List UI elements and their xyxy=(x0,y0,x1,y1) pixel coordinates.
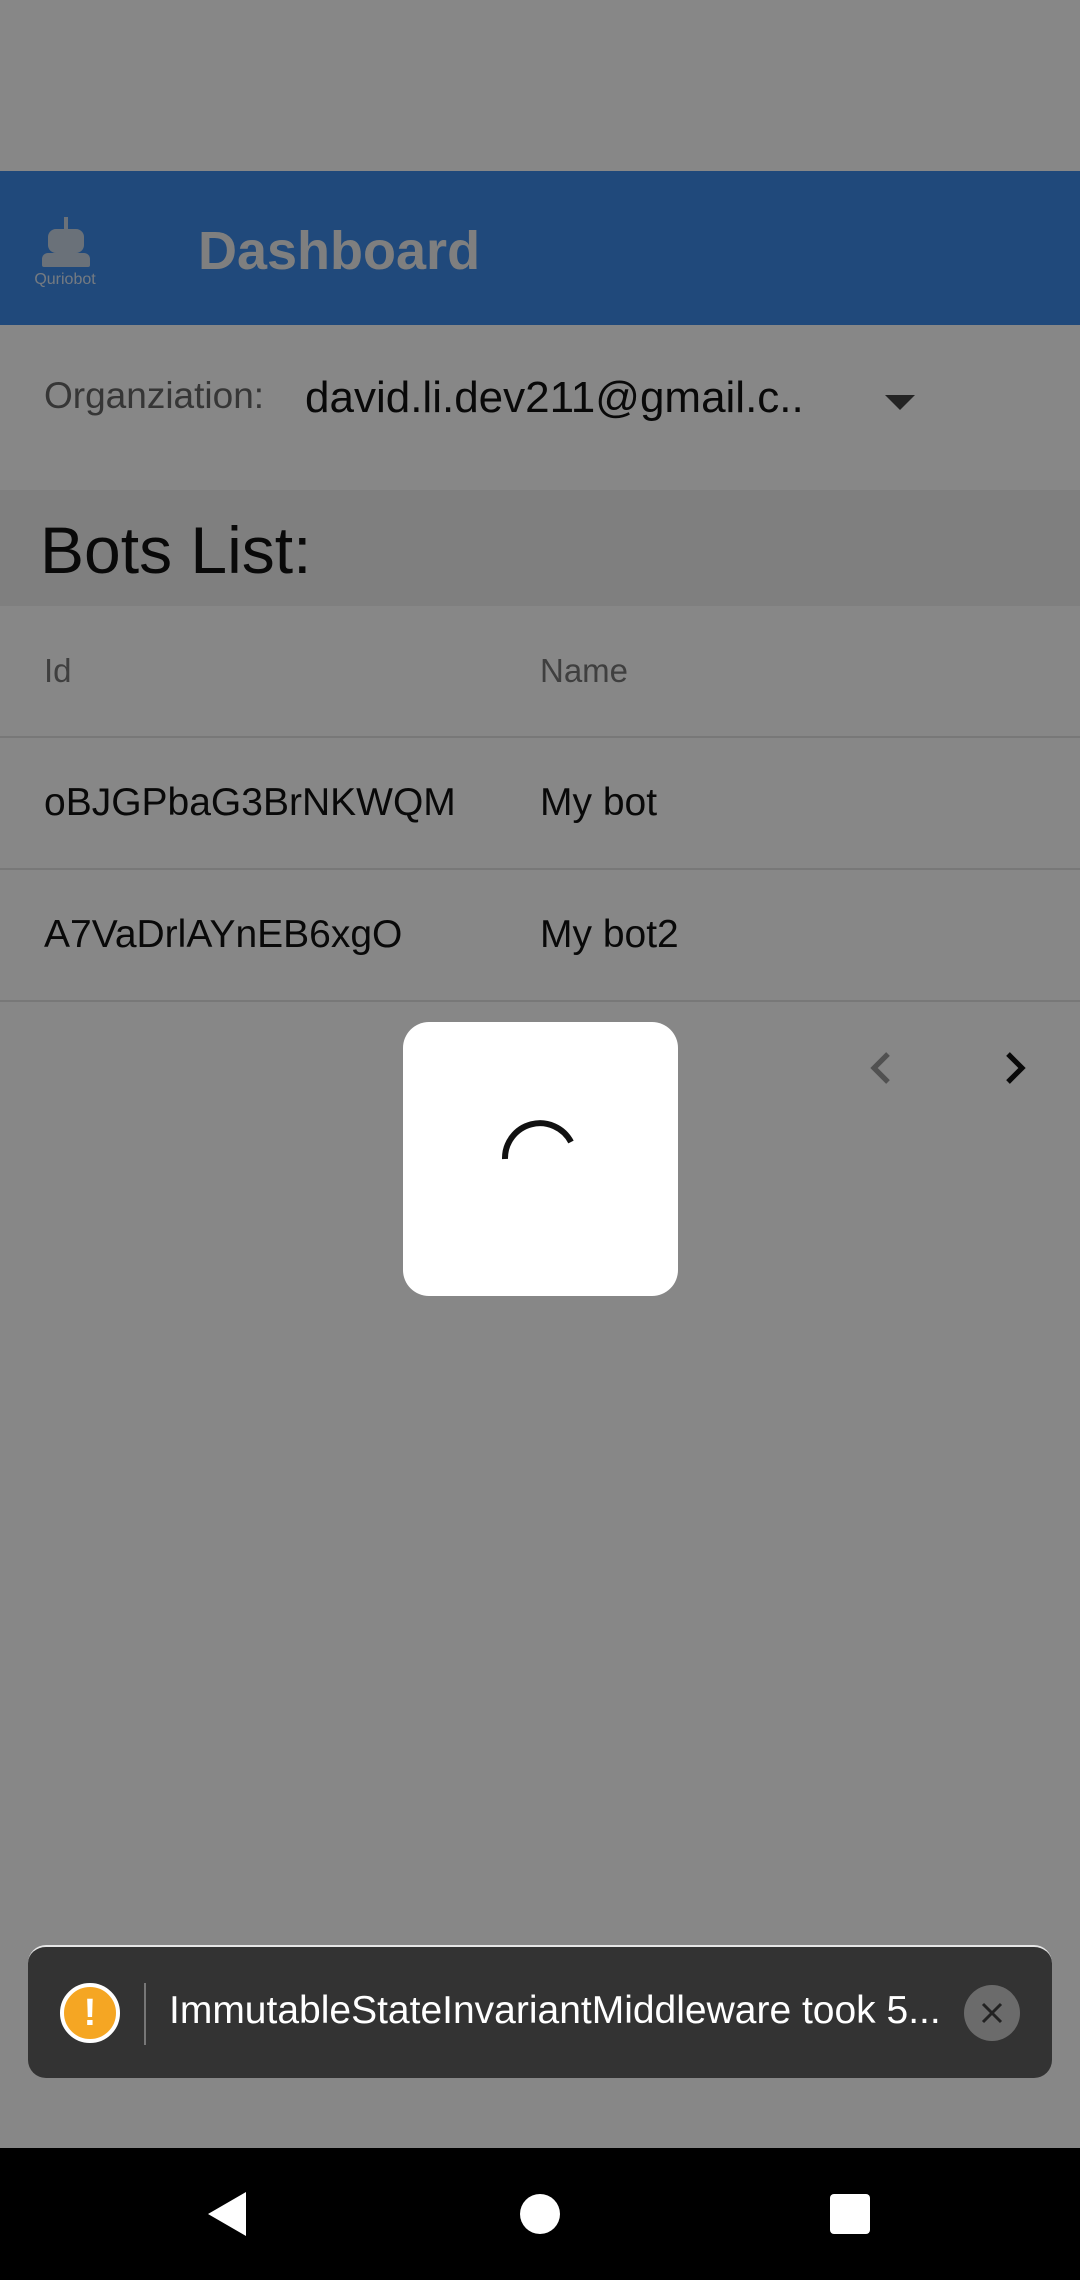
loading-dialog xyxy=(403,1022,678,1296)
spinner-icon xyxy=(501,1120,574,1160)
warning-toast[interactable]: ! ImmutableStateInvariantMiddleware took… xyxy=(28,1945,1052,2078)
navigation-bar xyxy=(0,2148,1080,2280)
toast-divider xyxy=(144,1983,146,2045)
recents-icon[interactable] xyxy=(830,2194,870,2234)
warning-icon: ! xyxy=(60,1983,120,2043)
toast-message: ImmutableStateInvariantMiddleware took 5… xyxy=(169,1989,941,2032)
close-icon[interactable] xyxy=(964,1985,1020,2041)
back-icon[interactable] xyxy=(204,2190,250,2238)
home-icon[interactable] xyxy=(520,2194,560,2234)
